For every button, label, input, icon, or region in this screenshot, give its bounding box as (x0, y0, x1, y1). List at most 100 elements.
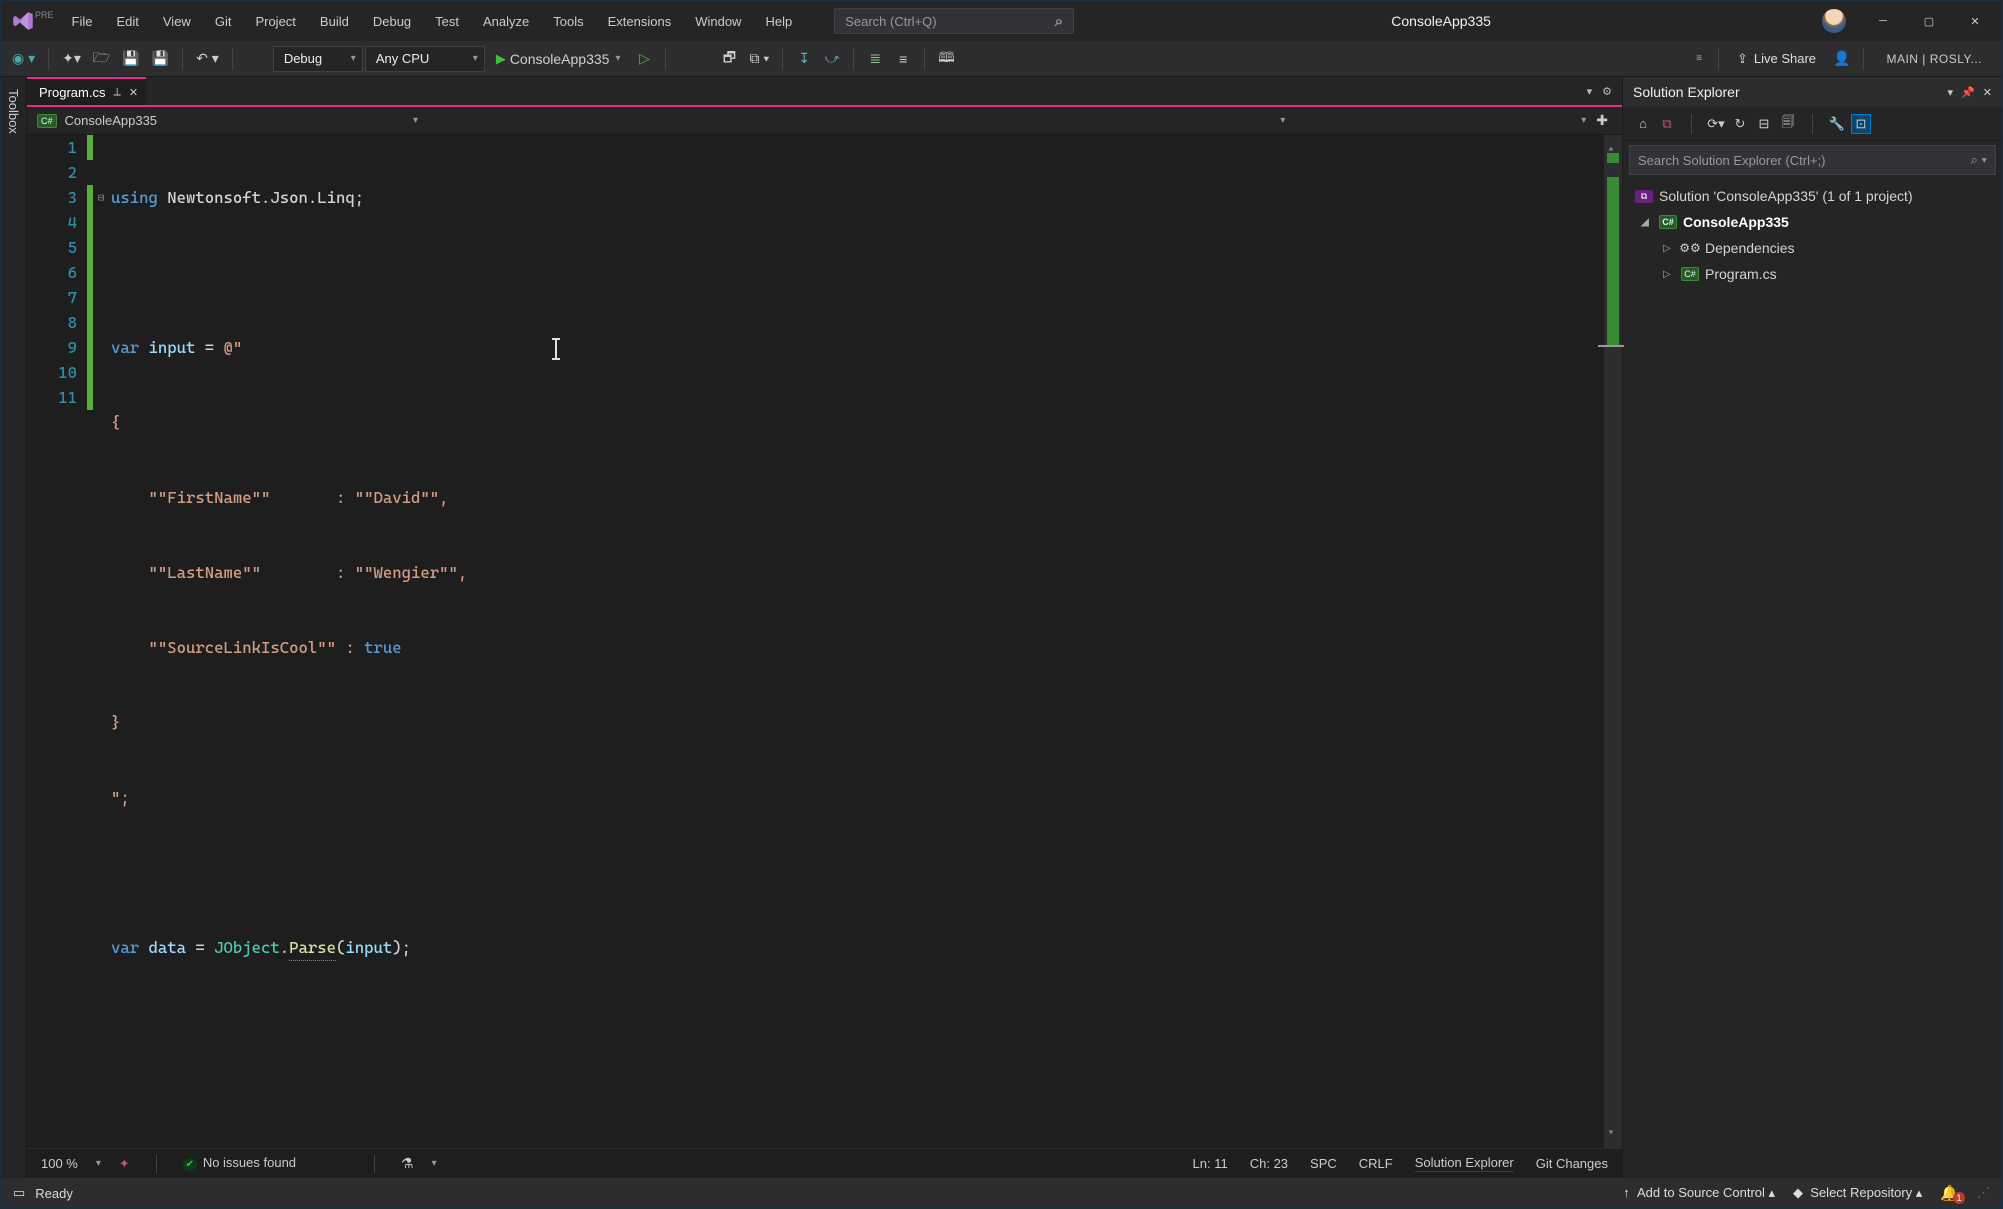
resize-grip-icon[interactable]: ⋰ (1977, 1185, 1990, 1201)
save-button[interactable]: 💾 (117, 46, 144, 72)
pin-icon[interactable]: ⟂ (113, 86, 120, 99)
menu-analyze[interactable]: Analyze (471, 8, 541, 35)
chevron-right-icon[interactable]: ▷ (1663, 269, 1675, 280)
panel-close-icon[interactable]: ✕ (1983, 86, 1992, 99)
folding-margin[interactable]: ⊟ (93, 135, 109, 1148)
menu-edit[interactable]: Edit (104, 8, 150, 35)
search-icon: ⌕ ▾ (1971, 152, 1987, 168)
menu-build[interactable]: Build (308, 8, 361, 35)
hot-reload-icon[interactable]: 🗗 (716, 46, 742, 72)
breadcrumb-project[interactable]: ConsoleApp335 (65, 113, 158, 128)
chevron-right-icon[interactable]: ▷ (1663, 243, 1675, 254)
status-ready: Ready (35, 1186, 73, 1201)
issues-status[interactable]: No issues found (183, 1155, 296, 1172)
branch-indicator[interactable]: MAIN | ROSLY... (1872, 52, 1996, 66)
menu-extensions[interactable]: Extensions (596, 8, 684, 35)
toolbox-sidebar-tab[interactable]: Toolbox (1, 77, 27, 1178)
save-all-button[interactable]: 💾 (147, 46, 174, 72)
step-over-icon[interactable]: ⤻ (819, 46, 845, 72)
step-into-icon[interactable]: ↧ (791, 46, 817, 72)
zoom-level[interactable]: 100 % (41, 1156, 78, 1171)
close-tab-icon[interactable]: ✕ (129, 86, 138, 99)
editor-breadcrumb: C# ConsoleApp335 ▾ ▾ ▾ ✚ (27, 107, 1622, 135)
start-debug-button[interactable]: ▶ConsoleApp335▾ (487, 46, 630, 72)
list-alt-icon[interactable]: ≡ (890, 46, 916, 72)
breadcrumb-member-dropdown[interactable]: ▾ (1280, 115, 1285, 126)
csharp-icon: C# (37, 114, 57, 128)
menu-help[interactable]: Help (753, 8, 804, 35)
solution-node[interactable]: ⧉ Solution 'ConsoleApp335' (1 of 1 proje… (1623, 183, 2002, 209)
preview-selected-icon[interactable]: ⊡ (1851, 114, 1871, 134)
window-maximize-button[interactable]: ▢ (1906, 1, 1952, 41)
window-close-button[interactable]: ✕ (1952, 1, 1998, 41)
error-lens-icon[interactable]: ✦ (119, 1156, 130, 1172)
new-item-button[interactable]: ✦▾ (57, 46, 86, 72)
panel-dropdown-icon[interactable]: ▾ (1948, 86, 1954, 99)
solution-config-combo[interactable]: Debug (273, 46, 363, 72)
split-editor-icon[interactable]: ✚ (1592, 112, 1612, 129)
chevron-down-icon[interactable]: ◢ (1641, 217, 1653, 228)
solution-explorer-header[interactable]: Solution Explorer ▾ 📌 ✕ (1623, 77, 2002, 107)
output-icon[interactable]: ▭ (13, 1185, 25, 1201)
breadcrumb-end-dropdown[interactable]: ▾ (1581, 115, 1586, 126)
refresh-icon[interactable]: ↻ (1730, 114, 1750, 134)
scroll-down-icon[interactable]: ▾ (1608, 1121, 1614, 1146)
code-content[interactable]: using Newtonsoft.Json.Linq; var input = … (109, 135, 1604, 1148)
tab-settings-icon[interactable]: ⚙ (1602, 85, 1612, 98)
document-tab-well: Program.cs ⟂ ✕ ▾ ⚙ (27, 77, 1622, 107)
switch-views-icon[interactable]: ⧉ (1657, 114, 1677, 134)
menu-project[interactable]: Project (243, 8, 307, 35)
solution-tree[interactable]: ⧉ Solution 'ConsoleApp335' (1 of 1 proje… (1623, 179, 2002, 1178)
overview-ruler[interactable]: ▴ ▾ (1604, 135, 1622, 1148)
preview-features-icon[interactable]: ⚗ (401, 1155, 414, 1172)
nav-back-button[interactable]: ◉ ▾ (7, 46, 40, 72)
list-view-icon[interactable]: ≣ (862, 46, 888, 72)
menu-git[interactable]: Git (203, 8, 244, 35)
notifications-icon[interactable]: 🔔1 (1940, 1184, 1959, 1202)
window-minimize-button[interactable]: ─ (1860, 1, 1906, 41)
solution-explorer-link[interactable]: Solution Explorer (1415, 1155, 1514, 1172)
line-number-gutter: 123 456 789 1011 (27, 135, 87, 1148)
toolbar-overflow-button[interactable]: ≡ (1688, 53, 1710, 64)
solution-explorer-panel: Solution Explorer ▾ 📌 ✕ ⌂ ⧉ ⟳▾ ↻ ⊟ 🗐 🔧 (1622, 77, 2002, 1178)
feedback-icon[interactable]: 👤 (1828, 46, 1855, 72)
menu-tools[interactable]: Tools (541, 8, 595, 35)
text-cursor-icon (555, 339, 557, 359)
eol-indicator[interactable]: CRLF (1359, 1156, 1393, 1171)
file-node-program[interactable]: ▷ C# Program.cs (1623, 261, 2002, 287)
home-icon[interactable]: ⌂ (1633, 114, 1653, 134)
file-tab-program[interactable]: Program.cs ⟂ ✕ (27, 77, 146, 105)
collapse-icon[interactable]: ⊟ (1754, 114, 1774, 134)
menu-window[interactable]: Window (683, 8, 753, 35)
properties-icon[interactable]: 🔧 (1827, 114, 1847, 134)
project-node[interactable]: ◢ C# ConsoleApp335 (1623, 209, 2002, 235)
breadcrumb-scope-dropdown[interactable]: ▾ (413, 115, 418, 126)
undo-button[interactable]: ↶ ▾ (191, 46, 224, 72)
menu-debug[interactable]: Debug (361, 8, 423, 35)
code-editor[interactable]: 123 456 789 1011 ⊟ using Newtonsoft.Json… (27, 135, 1622, 1148)
menu-view[interactable]: View (151, 8, 203, 35)
user-avatar[interactable] (1822, 9, 1846, 33)
menu-test[interactable]: Test (423, 8, 471, 35)
sync-icon[interactable]: ⟳▾ (1706, 114, 1726, 134)
tab-dropdown-icon[interactable]: ▾ (1587, 85, 1593, 98)
solution-explorer-search[interactable]: Search Solution Explorer (Ctrl+;) ⌕ ▾ (1629, 145, 1996, 175)
live-share-button[interactable]: ⇪ Live Share (1727, 51, 1826, 67)
char-indicator[interactable]: Ch: 23 (1250, 1156, 1288, 1171)
panel-pin-icon[interactable]: 📌 (1961, 86, 1975, 99)
show-all-icon[interactable]: 🗐 (1778, 114, 1798, 134)
title-bar: PRE File Edit View Git Project Build Deb… (1, 1, 2002, 41)
line-col-indicator[interactable]: Ln: 11 (1193, 1156, 1228, 1171)
git-changes-link[interactable]: Git Changes (1536, 1156, 1608, 1171)
open-button[interactable]: 🗁 (88, 46, 115, 72)
tb-group-icon[interactable]: ⧉ ▾ (744, 46, 774, 72)
add-source-control-button[interactable]: ↑ Add to Source Control ▴ (1623, 1185, 1775, 1201)
title-search-box[interactable]: Search (Ctrl+Q) ⌕ (834, 8, 1074, 34)
dependencies-node[interactable]: ▷ ⚙⚙ Dependencies (1623, 235, 2002, 261)
menu-file[interactable]: File (60, 8, 105, 35)
select-repository-button[interactable]: ◆ Select Repository ▴ (1793, 1185, 1922, 1201)
bookmark-icon[interactable]: 🕮 (933, 46, 960, 72)
solution-platform-combo[interactable]: Any CPU (365, 46, 485, 72)
start-without-debug-button[interactable]: ▷ (631, 46, 657, 72)
indent-indicator[interactable]: SPC (1310, 1156, 1337, 1171)
